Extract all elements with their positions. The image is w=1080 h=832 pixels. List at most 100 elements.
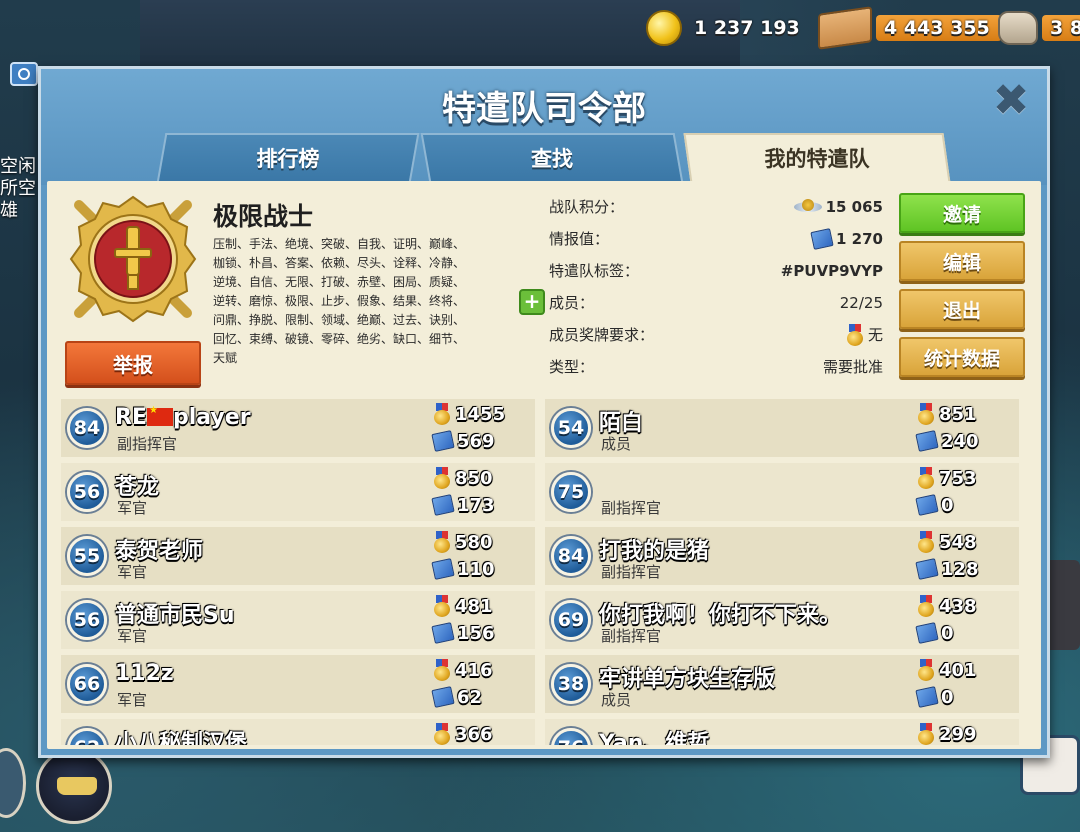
member-name-text: player (172, 405, 251, 430)
member-medals: 580 (433, 531, 525, 553)
medal-icon (433, 723, 451, 745)
member-medals: 548 (917, 531, 1009, 553)
medal-icon (433, 467, 451, 489)
tab-label: 我的特遣队 (764, 147, 870, 171)
member-name: RE player (115, 405, 251, 430)
level-badge: 56 (67, 600, 107, 640)
medals-value: 580 (455, 531, 493, 553)
intel-value: 110 (457, 558, 495, 580)
member-medals: 850 (433, 467, 525, 489)
intel-value: 0 (941, 622, 954, 644)
member-intel: 240 (915, 430, 1009, 452)
member-row[interactable]: 56 普通市民Su 军官 481 156 (61, 591, 535, 649)
member-row[interactable]: 38 牢讲单方块生存版 成员 401 0 (545, 655, 1019, 713)
china-flag-icon (146, 405, 173, 426)
edit-button[interactable]: 编辑 (899, 241, 1025, 281)
intel-value: 1 270 (836, 229, 883, 248)
add-member-button[interactable]: + (519, 289, 545, 315)
team-name: 极限战士 (213, 202, 314, 231)
intel-value: 128 (941, 558, 979, 580)
level-badge: 55 (67, 536, 107, 576)
level-badge: 38 (551, 664, 591, 704)
medals-value: 850 (455, 467, 493, 489)
member-row[interactable]: 54 陌白 成员 851 240 (545, 399, 1019, 457)
info-row-members: 成员： 22/25 (549, 291, 883, 315)
member-count: 22/25 (839, 293, 883, 312)
member-name-prefix: RE (115, 405, 147, 430)
info-label: 情报值： (549, 230, 610, 248)
member-row[interactable]: 76 Yan、维哲 299 (545, 719, 1019, 745)
member-medals: 299 (917, 723, 1009, 745)
wood-resource: 4 443 355 (818, 6, 1002, 50)
intel-value: 173 (457, 494, 495, 516)
member-medals: 481 (433, 595, 525, 617)
member-medals: 401 (917, 659, 1009, 681)
invite-button[interactable]: 邀请 (899, 193, 1025, 233)
member-role: 副指挥官 (117, 435, 178, 453)
statistics-button[interactable]: 统计数据 (899, 337, 1025, 377)
close-icon[interactable]: ✖ (991, 79, 1031, 123)
medals-value: 753 (939, 467, 977, 489)
member-row[interactable]: 55 泰贺老师 军官 580 110 (61, 527, 535, 585)
intel-icon (915, 430, 939, 452)
member-medals: 416 (433, 659, 525, 681)
member-row[interactable]: 62 小八秘制汉堡 366 (61, 719, 535, 745)
intel-value: 0 (941, 494, 954, 516)
member-intel: 569 (431, 430, 525, 452)
member-list[interactable]: 84 RE player 副指挥官 1455 569 54陌白成员85124056苍龙军官8… (61, 399, 1027, 745)
member-role: 副指挥官 (601, 499, 662, 517)
side-text-line: 所空 (0, 178, 36, 199)
info-row-tag: 特遣队标签： #PUVP9VYP (549, 259, 883, 283)
member-intel: 62 (431, 686, 525, 708)
member-row[interactable]: 56 苍龙 军官 850 173 (61, 463, 535, 521)
medals-value: 401 (939, 659, 977, 681)
member-row[interactable]: 84 打我的是猪 副指挥官 548 128 (545, 527, 1019, 585)
member-intel: 173 (431, 494, 525, 516)
tab-search[interactable]: 查找 (420, 133, 684, 183)
content-area: 举报 极限战士 压制、手法、绝境、突破、自我、证明、巅峰、枷锁、朴昌、答案、依赖… (47, 181, 1041, 749)
member-role: 副指挥官 (601, 563, 662, 581)
tab-label: 查找 (531, 147, 573, 171)
level-badge: 84 (551, 536, 591, 576)
side-text: 空闲 所空 雄 (0, 156, 36, 222)
gold-resource: 1 237 193 (646, 10, 812, 46)
member-name-text: 112z (115, 661, 174, 686)
medals-value: 548 (939, 531, 977, 553)
chat-button[interactable] (10, 62, 38, 86)
info-label: 特遣队标签： (549, 262, 640, 280)
tab-leaderboard[interactable]: 排行榜 (156, 133, 420, 183)
level-badge: 62 (67, 728, 107, 745)
level-badge: 84 (67, 408, 107, 448)
report-button[interactable]: 举报 (65, 341, 201, 385)
member-row[interactable]: 84 RE player 副指挥官 1455 569 (61, 399, 535, 457)
leave-button[interactable]: 退出 (899, 289, 1025, 329)
medal-icon (433, 659, 451, 681)
info-row-score: 战队积分： 15 065 (549, 195, 883, 219)
info-label: 成员： (549, 294, 595, 312)
medal-icon (917, 467, 935, 489)
medals-value: 416 (455, 659, 493, 681)
member-row[interactable]: 66 112z 军官 416 62 (61, 655, 535, 713)
info-value: 15 065 (793, 198, 883, 216)
intel-icon (431, 430, 455, 452)
headquarters-button[interactable] (36, 748, 112, 824)
member-role: 军官 (117, 691, 148, 709)
team-tag: #PUVP9VYP (780, 261, 883, 280)
medal-icon (433, 531, 451, 553)
panel-title: 特遣队司令部 (442, 89, 646, 129)
task-force-emblem-icon (69, 195, 197, 323)
member-medals: 438 (917, 595, 1009, 617)
medals-value: 481 (455, 595, 493, 617)
info-row-type: 类型： 需要批准 (549, 355, 883, 379)
tab-my-task-force[interactable]: 我的特遣队 (683, 133, 951, 183)
member-row[interactable]: 75 副指挥官 753 0 (545, 463, 1019, 521)
member-row[interactable]: 69 你打我啊！你打不下来。 副指挥官 438 0 (545, 591, 1019, 649)
member-medals: 1455 (433, 403, 525, 425)
medal-icon (846, 323, 864, 346)
wing-badge-icon (793, 198, 822, 216)
intel-icon (431, 558, 455, 580)
member-role: 军官 (117, 627, 148, 645)
medal-icon (917, 595, 935, 617)
intel-icon (431, 686, 455, 708)
intel-value: 156 (457, 622, 495, 644)
